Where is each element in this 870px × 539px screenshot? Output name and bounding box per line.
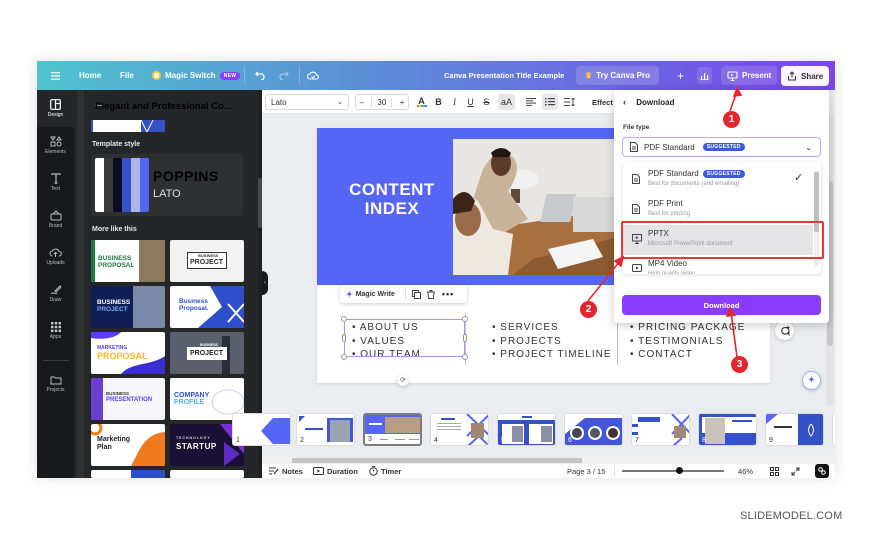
canva-editor-window: Home File Magic Switch NEW Canva Present… <box>37 61 835 478</box>
watermark: SLIDEMODEL.COM <box>740 510 843 522</box>
annotation-step-2: 2 <box>580 301 597 318</box>
annotation-step-3: 3 <box>731 356 748 373</box>
annotation-step-1: 1 <box>723 111 740 128</box>
annotation-arrows <box>587 86 743 358</box>
